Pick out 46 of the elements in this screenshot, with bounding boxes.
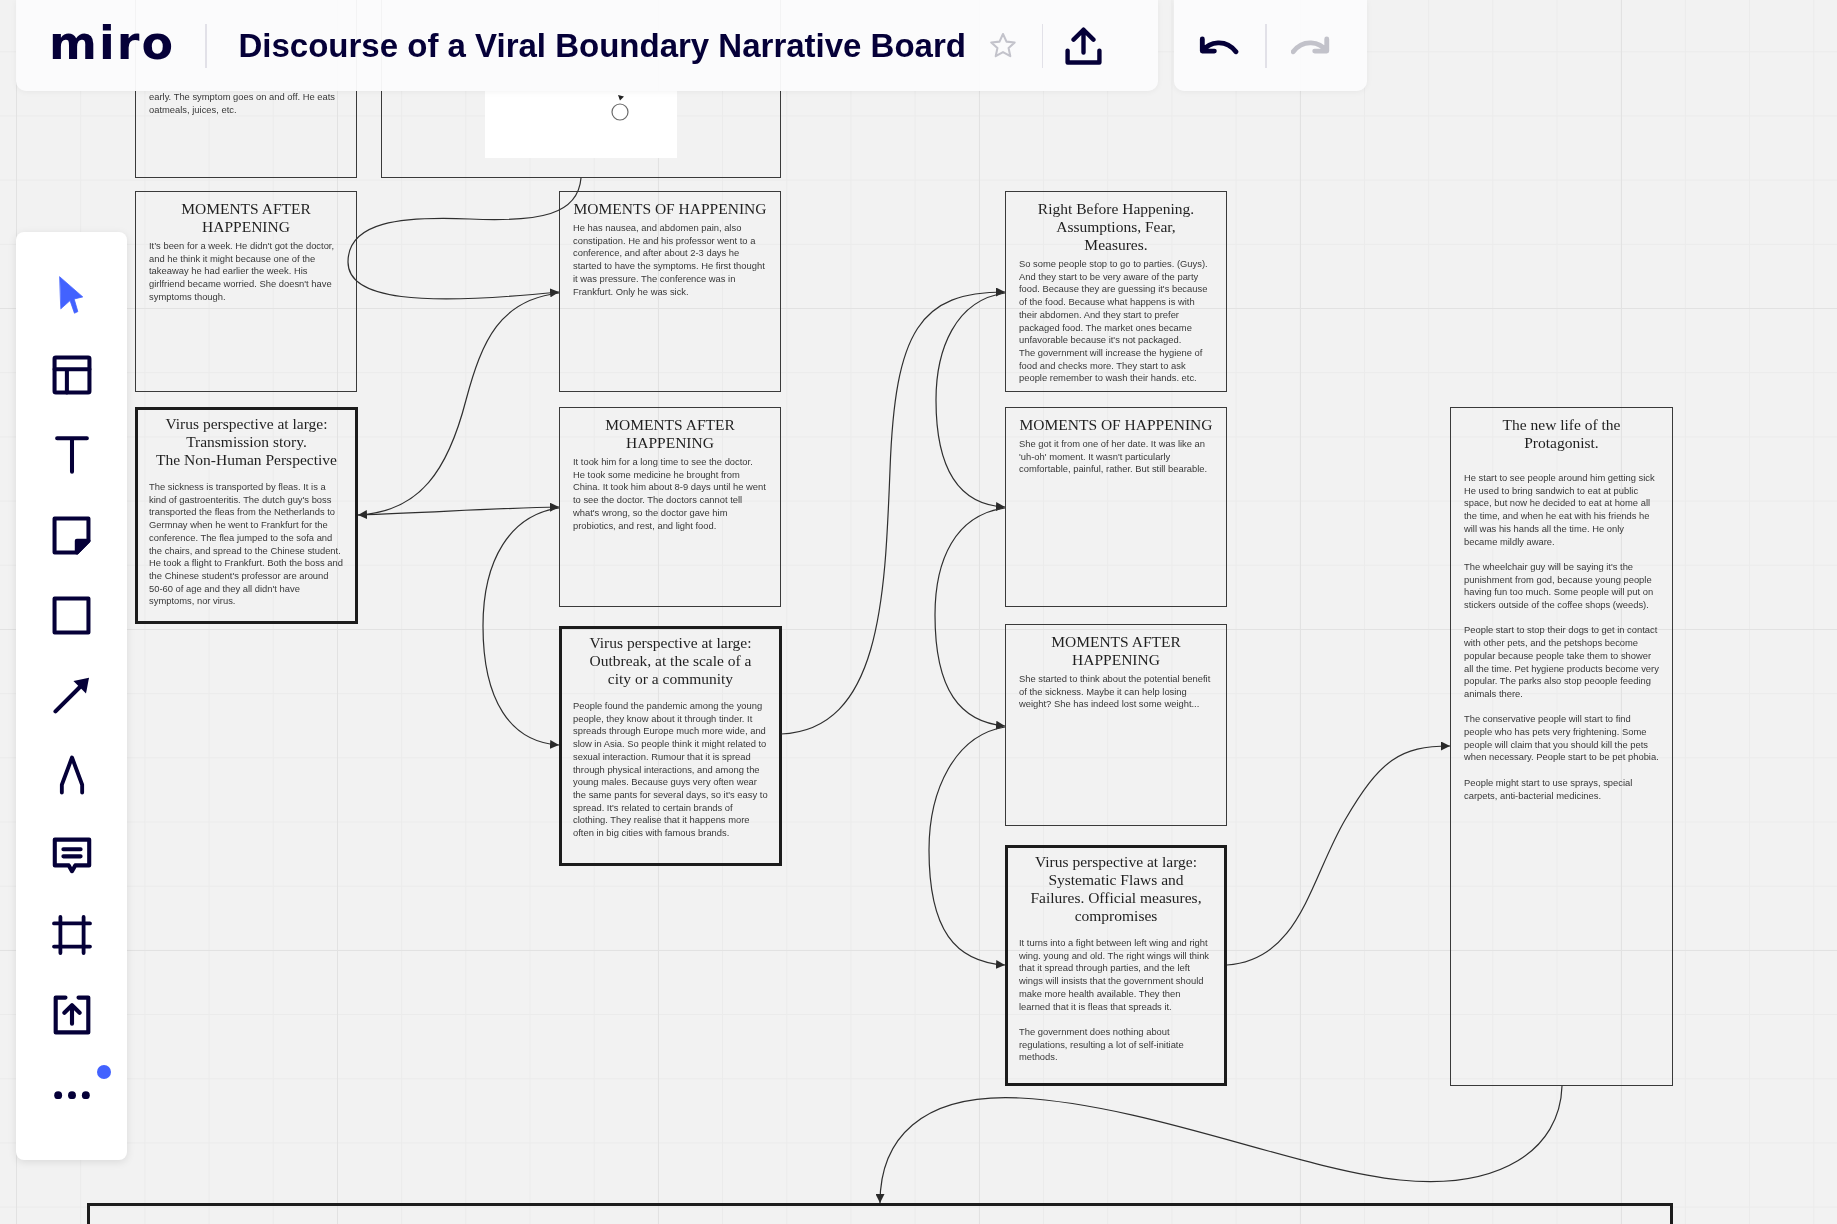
sticky-note-icon <box>52 515 91 555</box>
card-text: early. The symptom goes on and off. He eats oatmeals, juices, etc. <box>149 91 337 117</box>
more-icon <box>53 1090 90 1100</box>
card-title: MOMENTS OF HAPPENING <box>572 200 768 218</box>
redo-icon <box>1290 36 1331 55</box>
card-text: The wheelchair guy will be saying it's the punishment from god, because young people having fun too much. Some people will put on stickers outside of the coffee shops (weeds). <box>1464 560 1655 612</box>
upload-icon <box>52 995 91 1035</box>
card-text: The conservative people will start to find people who has pets very frightening. Some people will claim that you should kill the pets when necessary. People start to be pet phobia. <box>1464 713 1659 765</box>
card-text: People start to stop their dogs to get in contact with other pets, and the petshops become popular because people take them to shower all the time. Pet hygiene products become very popular. The parks also stop peoople feeding animals there. <box>1464 624 1659 701</box>
arrow-icon <box>53 676 90 714</box>
card-text: It took him for a long time to see the doctor. He took some medicine he brought from China. It took him about 8-9 days until he went to see the doctor. The doctors cannot tell what's wrong, so the doctor gave him probiotics, and rest, and light food. <box>573 456 767 533</box>
undo-button[interactable] <box>1199 36 1239 55</box>
card-title: Virus perspective at large: Transmission story. The Non-Human Perspective <box>155 415 338 469</box>
share-button[interactable] <box>1065 26 1103 65</box>
card-text: He start to see people around him getting sick He used to bring sandwich to eat at public space, but now he decided to eat at home all the time, and when he eat with his friends he will was his hands all the time. He only became mildly aware. <box>1464 472 1656 549</box>
card-title: The new life of the Protagonist. <box>1501 416 1622 452</box>
comment-icon <box>51 836 92 874</box>
card-text: People found the pandemic among the young people, they know about it through tinder. It spreads through Europe much more wide, and slow in Asia. So people think it might related to sexual interaction. Rumour that it is spread through physical interactions, and among the young males. Because guys very often wear the same pants for several days, so it's easy to spread. It's related to certain brands of clothing. They realise that it happens more often in big cities with famous brands. <box>573 700 768 840</box>
card-text: It turns into a fight between left wing and right wing. young and old. The right wings will think that it spread through parties, and the left wings will insists that the government should make more health available. They then learned that it is fleas that spreads it. <box>1019 937 1211 1014</box>
card-text: The government does nothing about regulations, resulting a lot of self-initiate methods. <box>1019 1025 1185 1064</box>
square-icon <box>52 595 91 635</box>
card-title: Right Before Happening. Assumptions, Fear, Measures. <box>1036 200 1196 254</box>
card-text: She got it from one of her date. It was like an 'uh-oh' moment. It wasn't particularly comfortable, painful, rather. But still bearable. <box>1019 438 1209 477</box>
letter-t-icon <box>54 436 89 474</box>
card-title: MOMENTS AFTER HAPPENING <box>180 200 312 236</box>
card-text: The sickness is transported by fleas. It is a kind of gastroenteritis. The dutch guy's boss transported the fleas from the Netherlands to Germnay when he went to Frankfurt for the conference. The flea jumped to the sofa and the chairs, and spread to the Chinese student. He took a flight to Frankfurt. Both the boss and the Chinese student's professor are around 50-60 of age and they all didn't have symptoms, nor virus. <box>149 481 344 609</box>
card-text: It’s been for a week. He didn't got the doctor, and he think it might because one of the takeaway he had earlier the week. His girlfriend became worried. She doesn't have symptoms though. <box>149 240 336 304</box>
card-title: MOMENTS OF HAPPENING <box>1018 416 1214 434</box>
pen-nib-icon <box>58 755 85 795</box>
card-title: MOMENTS AFTER HAPPENING <box>1050 633 1182 669</box>
card-text: So some people stop to go to parties. (Guys). And they start to be very aware of the party food. Because they are guessing it's because of the food. Because what happens is with their abdomen. And they start to prefer packaged food. The market ones became unfavorable because it's not packaged. The government will increase the hygiene of food and checks more. They start to ask people remember to wash their hands. etc. <box>1019 258 1209 386</box>
undo-icon <box>1199 36 1239 55</box>
ring-icon <box>610 93 629 121</box>
logo[interactable]: miro <box>49 19 175 72</box>
card-title: Virus perspective at large: Outbreak, at the scale of a city or a community <box>588 634 753 688</box>
frame-icon <box>51 915 92 955</box>
layout-icon <box>51 355 92 395</box>
board-title[interactable]: Discourse of a Viral Boundary Narrative Board <box>238 26 966 65</box>
card-text: She started to think about the potential benefit of the sickness. Maybe it can help losing weight? She has indeed lost some weight... <box>1019 673 1212 712</box>
card-title: Virus perspective at large: Systematic Flaws and Failures. Official measures, compromises <box>1029 853 1203 925</box>
card-text: People might start to use sprays, special carpets, anti-bacterial medicines. <box>1464 776 1634 803</box>
card-title: MOMENTS AFTER HAPPENING <box>604 416 736 452</box>
upload-icon <box>1065 26 1103 65</box>
card-text: He has nausea, and abdomen pain, also constipation. He and his professor went to a conference, and after about 2-3 days he started to have the symptoms. He first thought it was pressure. The conference was in Frankfurt. Only he was sick. <box>573 222 766 299</box>
star-icon <box>989 33 1016 58</box>
cursor-icon <box>59 276 84 314</box>
